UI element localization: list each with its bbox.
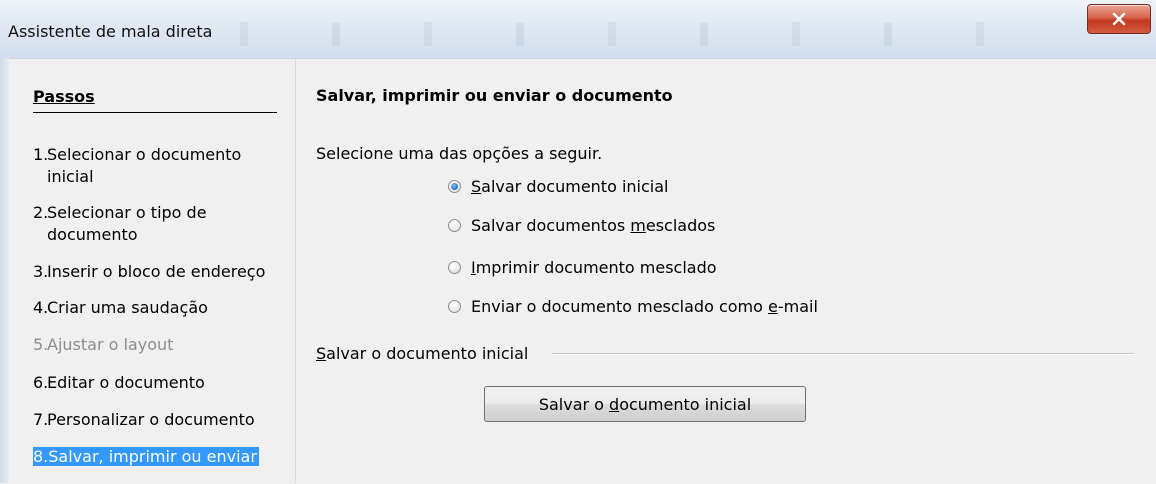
- step-label: Personalizar o documento: [47, 410, 255, 429]
- step-3[interactable]: 3.Inserir o bloco de endereço: [33, 261, 277, 283]
- section-heading: Salvar o documento inicial: [316, 344, 529, 363]
- step-label: Inserir o bloco de endereço: [47, 262, 266, 281]
- window-title: Assistente de mala direta: [8, 22, 213, 41]
- step-5: 5.Ajustar o layout: [33, 334, 277, 356]
- close-button[interactable]: [1087, 4, 1151, 34]
- step-label: Selecionar o documento inicial: [47, 145, 242, 186]
- radio-save-initial[interactable]: Salvar documento inicial: [448, 174, 668, 198]
- section-separator: [552, 353, 1134, 355]
- radio-save-merged[interactable]: Salvar documentos mesclados: [448, 213, 715, 237]
- radio-unchecked-icon: [448, 260, 461, 274]
- step-selection-highlight: 8.Salvar, imprimir ou enviar: [33, 447, 259, 466]
- step-label: Criar uma saudação: [47, 298, 208, 317]
- step-number: 2.: [33, 203, 49, 222]
- step-number: 3.: [33, 262, 49, 281]
- step-label: Ajustar o layout: [47, 335, 174, 354]
- save-initial-document-button[interactable]: Salvar o documento inicial: [484, 386, 806, 422]
- radio-unchecked-icon: [448, 218, 461, 232]
- radio-label: Imprimir documento mesclado: [471, 257, 717, 277]
- step-number: 4.: [33, 298, 49, 317]
- step-4[interactable]: 4.Criar uma saudação: [33, 297, 277, 319]
- steps-header: Passos: [33, 86, 277, 113]
- step-number: 1.: [33, 145, 49, 164]
- radio-label: Enviar o documento mesclado como e-mail: [471, 296, 818, 316]
- close-x-icon: [1112, 12, 1126, 26]
- step-label: Editar o documento: [47, 373, 205, 392]
- step-label: Salvar, imprimir ou enviar: [48, 447, 257, 466]
- step-number: 6.: [33, 373, 49, 392]
- step-number: 8.: [33, 447, 49, 466]
- background-ruler: [240, 22, 1066, 46]
- button-label: Salvar o documento inicial: [538, 394, 752, 414]
- step-number: 5.: [33, 335, 49, 354]
- page-title: Salvar, imprimir ou enviar o documento: [316, 86, 673, 105]
- radio-print-merged[interactable]: Imprimir documento mesclado: [448, 255, 717, 279]
- radio-unchecked-icon: [448, 299, 461, 313]
- step-label: Selecionar o tipo de documento: [47, 203, 207, 244]
- radio-label: Salvar documentos mesclados: [471, 215, 716, 235]
- title-bar: Assistente de mala direta: [0, 0, 1156, 58]
- radio-checked-icon: [448, 179, 461, 193]
- step-8[interactable]: 8.Salvar, imprimir ou enviar: [33, 446, 277, 468]
- instruction-text: Selecione uma das opções a seguir.: [316, 144, 603, 163]
- radio-label: Salvar documento inicial: [471, 176, 669, 196]
- step-7[interactable]: 7.Personalizar o documento: [33, 409, 277, 431]
- step-number: 7.: [33, 410, 49, 429]
- step-1[interactable]: 1.Selecionar o documento inicial: [33, 144, 277, 188]
- step-2[interactable]: 2.Selecionar o tipo de documento: [33, 202, 277, 246]
- steps-panel: Passos 1.Selecionar o documento inicial …: [33, 86, 277, 466]
- window-left-edge: [0, 58, 9, 483]
- panel-divider: [295, 58, 296, 483]
- step-6[interactable]: 6.Editar o documento: [33, 372, 277, 394]
- radio-send-email[interactable]: Enviar o documento mesclado como e-mail: [448, 294, 818, 318]
